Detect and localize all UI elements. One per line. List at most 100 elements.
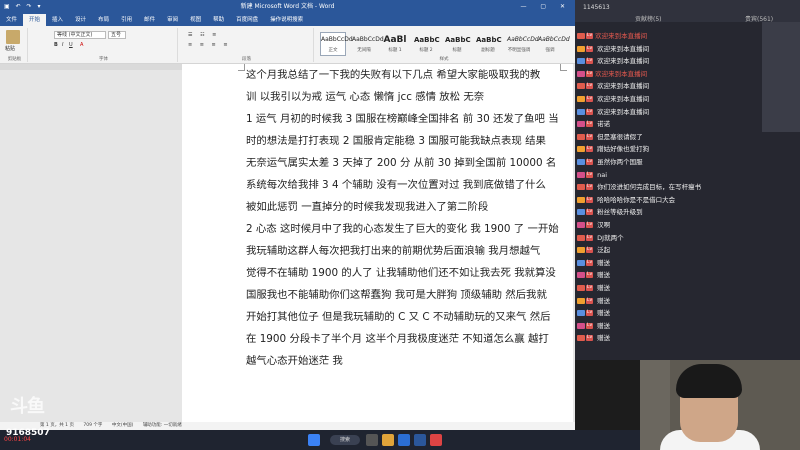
word-window: ▣ ↶ ↷ ▾ 新建 Microsoft Word 文档 - Word — ▢ … bbox=[0, 0, 575, 450]
doc-line[interactable]: 时的想法是打打表现 2 国服肯定能稳 3 国服可能我缺点表现 结果 bbox=[246, 130, 561, 152]
doc-line[interactable]: 系统每次给我排 3 4 个辅助 没有一次位置对过 我到底做错了什么 bbox=[246, 174, 561, 196]
start-icon[interactable] bbox=[308, 434, 320, 446]
fan-badge-icon bbox=[577, 159, 585, 165]
doc-line[interactable]: 觉得不在辅助 1900 的人了 让我辅助他们还不如让我去死 我就算没 bbox=[246, 262, 561, 284]
window-controls[interactable]: — ▢ ✕ bbox=[520, 0, 571, 14]
style-label: 标题 bbox=[452, 48, 462, 53]
chat-text: 欢迎来到本直播间 bbox=[597, 107, 650, 116]
style-3[interactable]: AaBbC 标题 2 bbox=[413, 32, 440, 56]
doc-line[interactable]: 2 心态 这时候月中了我的心态发生了巨大的变化 我 1900 了 一开始 bbox=[246, 218, 561, 240]
fan-badge-icon bbox=[577, 310, 585, 317]
chat-username[interactable]: 欢迎来到本直播间 bbox=[595, 70, 647, 78]
screen: ▣ ↶ ↷ ▾ 新建 Microsoft Word 文档 - Word — ▢ … bbox=[0, 0, 800, 450]
font-size-select[interactable]: 五号 bbox=[108, 31, 126, 39]
chat-message: Lv 欢迎来到本直播间 bbox=[577, 68, 752, 80]
fan-badge-icon bbox=[577, 33, 585, 39]
file-explorer-icon[interactable] bbox=[382, 434, 394, 446]
tab-3[interactable]: 设计 bbox=[69, 14, 92, 26]
tab-1[interactable]: 开始 bbox=[23, 14, 47, 26]
italic-button[interactable]: I bbox=[62, 42, 63, 48]
edge-icon[interactable] bbox=[398, 434, 410, 446]
doc-line[interactable]: 无奈运气属实太差 3 天掉了 200 分 从前 30 掉到全国前 10000 名 bbox=[246, 152, 561, 174]
tab-5[interactable]: 引用 bbox=[115, 14, 138, 26]
stream-timer: 00:01:04 bbox=[4, 436, 31, 443]
accessibility-status: 辅助功能: 一切就绪 bbox=[142, 423, 182, 428]
fan-badge-icon bbox=[577, 58, 585, 65]
tab-2[interactable]: 插入 bbox=[46, 14, 69, 26]
doc-line[interactable]: 开始打其他位子 但是我玩辅助的 C 又 C 不动辅助玩的又来气 然后 bbox=[246, 306, 561, 328]
list-buttons[interactable]: ☰ ☷ ≡ bbox=[188, 32, 219, 38]
level-badge-icon: Lv bbox=[586, 222, 594, 228]
level-badge-icon: Lv bbox=[586, 259, 594, 266]
document-page[interactable]: 这个月我总结了一下我的失败有以下几点 希望大家能吸取我的教训 以我引以为戒 运气… bbox=[182, 64, 573, 422]
fan-badge-icon bbox=[577, 108, 585, 115]
doc-line[interactable]: 这个月我总结了一下我的失败有以下几点 希望大家能吸取我的教 bbox=[246, 64, 561, 86]
chat-text: 虽然你两个国服 bbox=[597, 158, 643, 166]
taskbar-search[interactable]: 搜索 bbox=[330, 435, 360, 445]
app-icon[interactable] bbox=[430, 434, 442, 446]
fan-badge-icon bbox=[577, 70, 585, 77]
tab-4[interactable]: 布局 bbox=[92, 14, 115, 26]
tab-11[interactable]: 操作说明搜索 bbox=[264, 14, 309, 26]
tab-0[interactable]: 文件 bbox=[0, 14, 23, 26]
doc-line[interactable]: 越气心态开始迷茫 我 bbox=[246, 350, 561, 372]
document-area[interactable]: 这个月我总结了一下我的失败有以下几点 希望大家能吸取我的教训 以我引以为戒 运气… bbox=[182, 64, 573, 422]
task-view-icon[interactable] bbox=[366, 434, 378, 446]
level-badge-icon: Lv bbox=[586, 184, 594, 191]
style-0[interactable]: AaBbCcDd 正文 bbox=[320, 32, 353, 56]
tab-9[interactable]: 帮助 bbox=[207, 14, 230, 26]
title-bar: ▣ ↶ ↷ ▾ 新建 Microsoft Word 文档 - Word — ▢ … bbox=[0, 0, 575, 14]
tab-7[interactable]: 审阅 bbox=[161, 14, 184, 26]
paste-button[interactable]: 粘贴 bbox=[5, 45, 15, 52]
doc-line[interactable]: 在 1900 分段卡了半个月 这半个月我极度迷茫 不知道怎么赢 越打 bbox=[246, 328, 561, 350]
paste-icon[interactable] bbox=[6, 30, 20, 44]
style-1[interactable]: AaBbCcDd 无间隔 bbox=[351, 32, 384, 56]
chat-message: Lv 赠送 bbox=[577, 307, 752, 319]
chat-message: Lv nai bbox=[577, 169, 752, 181]
chat-text: 哈哈哈哈你是不是借口大会 bbox=[597, 195, 676, 204]
doc-line[interactable]: 国服我也不能辅助你们这帮蠢狗 我可是大胖狗 顶级辅助 然后我就 bbox=[246, 284, 561, 306]
fan-badge-icon bbox=[577, 83, 585, 90]
fan-badge-icon bbox=[577, 285, 585, 291]
style-preview: AaBbCcDd bbox=[538, 36, 570, 43]
style-preview: AaBbCcDd bbox=[507, 36, 539, 43]
status-bar: 第 1 页，共 1 页 709 个字 中文(中国) 辅助功能: 一切就绪 bbox=[0, 422, 575, 430]
style-6[interactable]: AaBbCcDd 不明显强调 bbox=[506, 32, 539, 56]
ribbon-tabs: 文件 开始 插入 设计 布局 引用 邮件 审阅 视图 帮助 百度网盘 操作说明搜索 bbox=[0, 14, 575, 26]
doc-line[interactable]: 我玩辅助这群人每次把我打出来的前期优势后面浪输 我月想越气 bbox=[246, 240, 561, 262]
document-text[interactable]: 这个月我总结了一下我的失败有以下几点 希望大家能吸取我的教训 以我引以为戒 运气… bbox=[246, 64, 561, 372]
tab-8[interactable]: 视图 bbox=[184, 14, 207, 26]
style-2[interactable]: AaBl 标题 1 bbox=[382, 32, 408, 56]
level-badge-icon: Lv bbox=[586, 272, 594, 279]
chat-text: DJ就两个 bbox=[597, 233, 624, 242]
doc-line[interactable]: 被如此惩罚 一直掉分的时候我发现我进入了第二阶段 bbox=[246, 196, 561, 218]
chat-text: nai bbox=[597, 170, 608, 179]
level-badge-icon: Lv bbox=[586, 335, 594, 342]
level-badge-icon: Lv bbox=[586, 209, 594, 216]
doc-line[interactable]: 训 以我引以为戒 运气 心态 懒惰 jcc 感情 放松 无奈 bbox=[246, 86, 561, 108]
style-5[interactable]: AaBbC 副标题 bbox=[475, 32, 502, 56]
font-name-select[interactable]: 等线 (中文正文) bbox=[54, 31, 106, 39]
level-badge-icon: Lv bbox=[586, 247, 594, 254]
style-4[interactable]: AaBbC 标题 bbox=[444, 32, 471, 56]
style-7[interactable]: AaBbCcDd 强调 bbox=[537, 32, 570, 56]
language: 中文(中国) bbox=[111, 423, 134, 428]
tab-10[interactable]: 百度网盘 bbox=[230, 14, 264, 26]
level-badge-icon: Lv bbox=[586, 70, 594, 77]
chat-text: 赠送 bbox=[597, 296, 611, 305]
level-badge-icon: Lv bbox=[586, 171, 594, 178]
align-buttons[interactable]: ≡ ≡ ≡ ≡ bbox=[188, 42, 231, 48]
tab-contribution[interactable]: 贡献榜(5) bbox=[635, 14, 662, 23]
level-badge-icon: Lv bbox=[586, 45, 594, 52]
styles-group: AaBbCcDd 正文 AaBbCcDd 无间隔 AaBl 标题 1 AaBbC 标题 2 Aa… bbox=[316, 28, 572, 62]
gift-side-panel bbox=[762, 22, 800, 132]
doc-line[interactable]: 1 运气 月初的时候我 3 国服在榜巅峰全国排名 前 30 还发了鱼吧 当 bbox=[246, 108, 561, 130]
chat-username[interactable]: 欢迎来到本直播间 bbox=[595, 32, 647, 40]
underline-button[interactable]: U bbox=[69, 42, 73, 48]
word-taskbar-icon[interactable] bbox=[414, 434, 426, 446]
style-preview: AaBbCcDd bbox=[321, 36, 353, 43]
fan-badge-icon bbox=[577, 45, 585, 52]
font-color-button[interactable]: A bbox=[80, 42, 83, 48]
bold-button[interactable]: B bbox=[54, 42, 58, 48]
tab-6[interactable]: 邮件 bbox=[138, 14, 161, 26]
